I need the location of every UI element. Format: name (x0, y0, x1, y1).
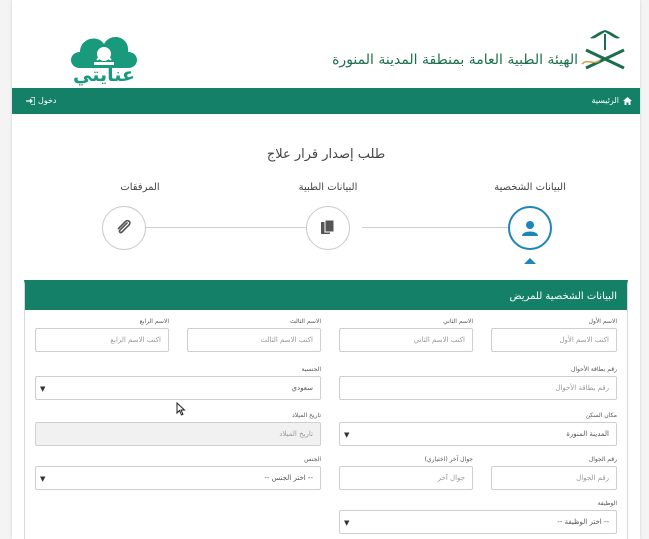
mobile-input[interactable]: رقم الجوال (491, 466, 617, 490)
org-logo-icon (581, 30, 625, 70)
step-connector (362, 227, 520, 228)
steps-wizard: البيانات الشخصية البيانات الطبية المرفقا… (12, 180, 640, 270)
birth-date-field: تاريخ الميلاد تاريخ الميلاد (35, 412, 321, 448)
civil-id-label: رقم بطاقة الأحوال (570, 366, 617, 373)
civil-id-input[interactable]: رقم بطاقة الأحوال (339, 376, 617, 400)
second-name-field: الاسم الثاني اكتب الاسم الثاني (339, 318, 473, 354)
chevron-down-icon: ▼ (40, 475, 46, 483)
sign-in-icon (26, 96, 35, 105)
mouse-cursor-icon (176, 402, 186, 416)
second-name-input[interactable]: اكتب الاسم الثاني (339, 328, 473, 352)
alt-mobile-input[interactable]: جوال آخر (339, 466, 473, 490)
nationality-field: الجنسية سعودي ▼ (35, 366, 321, 402)
gender-label: الجنس (304, 456, 321, 463)
documents-icon (321, 219, 335, 234)
nationality-label: الجنسية (301, 366, 321, 373)
third-name-field: الاسم الثالث اكتب الاسم الثالث (187, 318, 321, 354)
third-name-input[interactable]: اكتب الاسم الثالث (187, 328, 321, 352)
fourth-name-input[interactable]: اكتب الاسم الرابع (35, 328, 169, 352)
job-select[interactable]: -- اختر الوظيفة -- ▼ (339, 510, 617, 534)
step-attachments[interactable] (102, 206, 146, 250)
mobile-label: رقم الجوال (588, 456, 617, 463)
job-label: الوظيفة (597, 500, 617, 507)
fourth-name-field: الاسم الرابع اكتب الاسم الرابع (35, 318, 169, 354)
panel-title: البيانات الشخصية للمريض (25, 284, 627, 310)
first-name-field: الاسم الأول اكتب الاسم الأول (491, 318, 617, 354)
residence-field: مكان السكن المدينة المنورة ▼ (339, 412, 617, 448)
alt-mobile-label: جوال آخر (اختياري) (424, 456, 473, 463)
residence-select[interactable]: المدينة المنورة ▼ (339, 422, 617, 446)
nav-home-link[interactable]: الرئيسية (591, 96, 632, 105)
user-icon (522, 221, 538, 236)
step-medical[interactable] (306, 206, 350, 250)
job-field: الوظيفة -- اختر الوظيفة -- ▼ (339, 500, 617, 536)
alt-mobile-field: جوال آخر (اختياري) جوال آخر (339, 456, 473, 492)
second-name-label: الاسم الثاني (443, 318, 473, 325)
residence-value: المدينة المنورة (566, 430, 609, 438)
app-name: عنايتي (73, 64, 135, 86)
active-step-pointer (524, 258, 536, 264)
step-label-medical: البيانات الطبية (298, 182, 358, 193)
gender-select[interactable]: -- اختر الجنس -- ▼ (35, 466, 321, 490)
home-icon (623, 96, 632, 105)
fourth-name-label: الاسم الرابع (139, 318, 169, 325)
page: الهيئة الطبية العامة بمنطقة المدينة المن… (12, 0, 640, 539)
navbar: الرئيسية دخول (12, 88, 640, 114)
mobile-field: رقم الجوال رقم الجوال (491, 456, 617, 492)
third-name-label: الاسم الثالث (290, 318, 321, 325)
job-value: -- اختر الوظيفة -- (557, 518, 609, 526)
gender-field: الجنس -- اختر الجنس -- ▼ (35, 456, 321, 492)
gender-value: -- اختر الجنس -- (264, 474, 313, 482)
first-name-label: الاسم الأول (588, 318, 617, 325)
org-name: الهيئة الطبية العامة بمنطقة المدينة المن… (332, 52, 578, 68)
birth-date-input[interactable]: تاريخ الميلاد (35, 422, 321, 446)
nationality-select[interactable]: سعودي ▼ (35, 376, 321, 400)
step-label-attachments: المرفقات (120, 182, 160, 193)
step-personal[interactable] (508, 206, 552, 250)
header: الهيئة الطبية العامة بمنطقة المدينة المن… (12, 0, 640, 88)
nav-login-link[interactable]: دخول (26, 96, 56, 105)
paperclip-icon (117, 219, 131, 234)
step-connector (144, 227, 316, 228)
civil-id-field: رقم بطاقة الأحوال رقم بطاقة الأحوال (339, 366, 617, 402)
residence-label: مكان السكن (585, 412, 617, 419)
chevron-down-icon: ▼ (344, 431, 350, 439)
nav-home-label: الرئيسية (591, 96, 619, 105)
patient-info-panel: البيانات الشخصية للمريض الاسم الأول اكتب… (24, 280, 628, 539)
nav-login-label: دخول (38, 96, 57, 105)
step-label-personal: البيانات الشخصية (494, 182, 566, 193)
chevron-down-icon: ▼ (344, 519, 350, 527)
chevron-down-icon: ▼ (40, 385, 46, 393)
first-name-input[interactable]: اكتب الاسم الأول (491, 328, 617, 352)
nationality-value: سعودي (291, 384, 313, 392)
page-title: طلب إصدار قرار علاج (266, 147, 386, 162)
birth-date-label: تاريخ الميلاد (292, 412, 321, 419)
